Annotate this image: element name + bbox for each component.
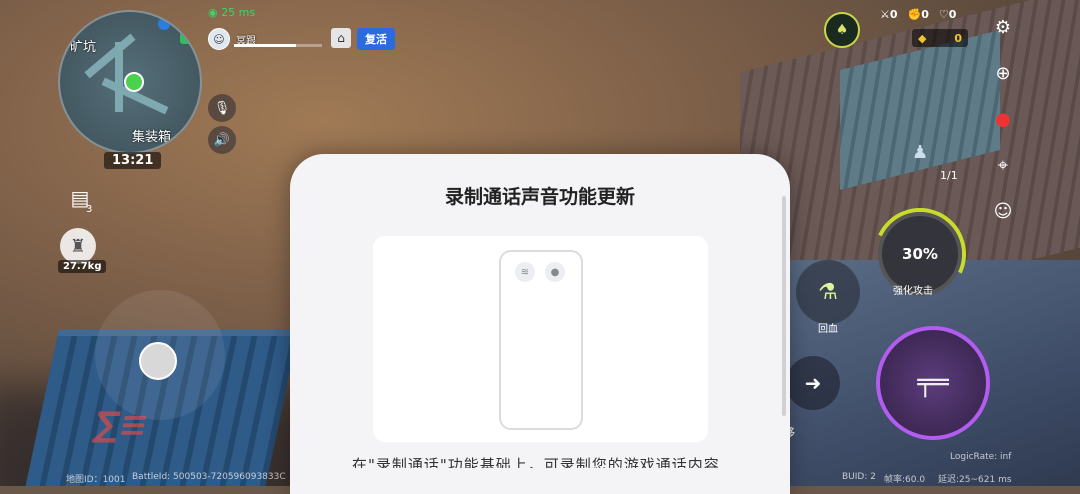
backpack-button[interactable]: ♜ xyxy=(60,228,96,264)
dialog-description: 在"录制通话"功能基础上，可录制您的游戏通话内容 xyxy=(352,456,720,468)
dialog-title: 录制通话声音功能更新 xyxy=(444,186,635,208)
crossed-swords-icon: ⚔ xyxy=(880,8,890,21)
objective-marker-icon xyxy=(180,32,192,44)
microphone-button[interactable]: 🎙 xyxy=(208,94,236,122)
potion-icon: ⚗ xyxy=(818,279,838,305)
rank-badge-icon[interactable]: ♠ xyxy=(824,12,860,48)
heart-shield-icon: ♡ xyxy=(938,8,949,21)
wifi-icon: ◉ xyxy=(208,6,218,19)
emote-button[interactable]: ☺ xyxy=(990,198,1016,224)
gear-icon: ⚙ xyxy=(994,16,1012,38)
shields-stat: ♡0 xyxy=(938,8,957,21)
combat-stats: ⚔0 ✊0 ♡0 xyxy=(880,8,956,21)
hp-fill xyxy=(234,44,296,47)
map-id: 地图ID：1001 xyxy=(66,475,126,485)
aim-button[interactable]: ⊕ xyxy=(990,60,1016,86)
minimap-poi-label: 集装箱 xyxy=(132,130,172,145)
minimap[interactable]: 旷坑 集装箱 xyxy=(58,10,202,154)
alert-button[interactable]: ● xyxy=(990,106,1016,132)
avatar: ☺ xyxy=(208,28,230,50)
joystick-knob[interactable] xyxy=(139,342,177,380)
tombstone-icon: ⌂ xyxy=(331,28,351,48)
ally-count: 1/1 xyxy=(940,169,958,182)
microphone-icon: 🎙 xyxy=(213,100,231,116)
ping-value: 25 ms xyxy=(221,6,256,19)
speaker-icon: 🔊 xyxy=(213,132,231,148)
dash-button[interactable]: ➜ xyxy=(786,356,840,410)
logic-rate: LogicRate: inf xyxy=(950,452,1012,462)
backpack-weight: 27.7kg xyxy=(58,260,107,273)
arrow-right-icon: ➜ xyxy=(804,371,822,395)
latency: 延迟:25~621 ms xyxy=(938,475,1012,485)
rifle-icon: ╤═ xyxy=(917,368,949,398)
fire-button[interactable]: ╤═ xyxy=(876,326,990,440)
ammo-count: 3 xyxy=(86,204,93,215)
location-pin-icon: ⌖ xyxy=(997,154,1009,176)
minimap-road xyxy=(115,42,123,112)
player-marker-icon xyxy=(124,72,144,92)
phone-mockup: ≋ ● xyxy=(499,250,583,430)
smiley-icon: ☺ xyxy=(993,200,1013,222)
frame-rate: 帧率:60.0 xyxy=(884,475,926,485)
gem-icon: ◆ xyxy=(918,31,927,45)
coin-counter: ◆ 0 xyxy=(912,29,968,47)
mark-location-button[interactable]: ⌖ xyxy=(990,152,1016,178)
network-status: ◉ 25 ms xyxy=(208,6,255,19)
microphone-icon: ● xyxy=(545,262,565,282)
buid: BUID: 2 xyxy=(842,472,876,482)
teammate-marker-icon xyxy=(158,18,170,30)
battle-id: BattleId: 500503-720596093833C xyxy=(132,472,286,482)
crosshair-icon: ⊕ xyxy=(995,62,1011,84)
match-timer: 13:21 xyxy=(104,152,162,169)
voice-wave-icon: ≋ xyxy=(515,262,535,282)
feature-preview-image: ≋ ● xyxy=(373,236,708,442)
heal-label: 回血 xyxy=(818,324,838,335)
feature-update-dialog[interactable]: 录制通话声音功能更新 ≋ ● 在"录制通话"功能基础上，可录制您的游戏通话内容 xyxy=(290,154,790,494)
boost-label: 强化攻击 xyxy=(893,286,933,297)
fist-icon: ✊ xyxy=(907,8,922,21)
settings-button[interactable]: ⚙ xyxy=(990,14,1016,40)
kills-stat: ⚔0 xyxy=(880,8,898,21)
teammate-hp-bar xyxy=(234,44,322,47)
backpack-icon: ♜ xyxy=(69,235,87,257)
minimap-location-label: 旷坑 xyxy=(70,40,97,55)
heal-button[interactable]: ⚗ xyxy=(796,260,860,324)
dialog-scrollbar[interactable] xyxy=(782,196,786,416)
alert-icon: ● xyxy=(995,108,1011,130)
boost-percent: 30% xyxy=(902,245,938,263)
ally-icon: ♟ xyxy=(912,142,929,163)
assists-stat: ✊0 xyxy=(907,8,929,21)
speaker-button[interactable]: 🔊 xyxy=(208,126,236,154)
revive-button[interactable]: 复活 xyxy=(357,28,395,50)
coin-value: 0 xyxy=(954,31,962,45)
